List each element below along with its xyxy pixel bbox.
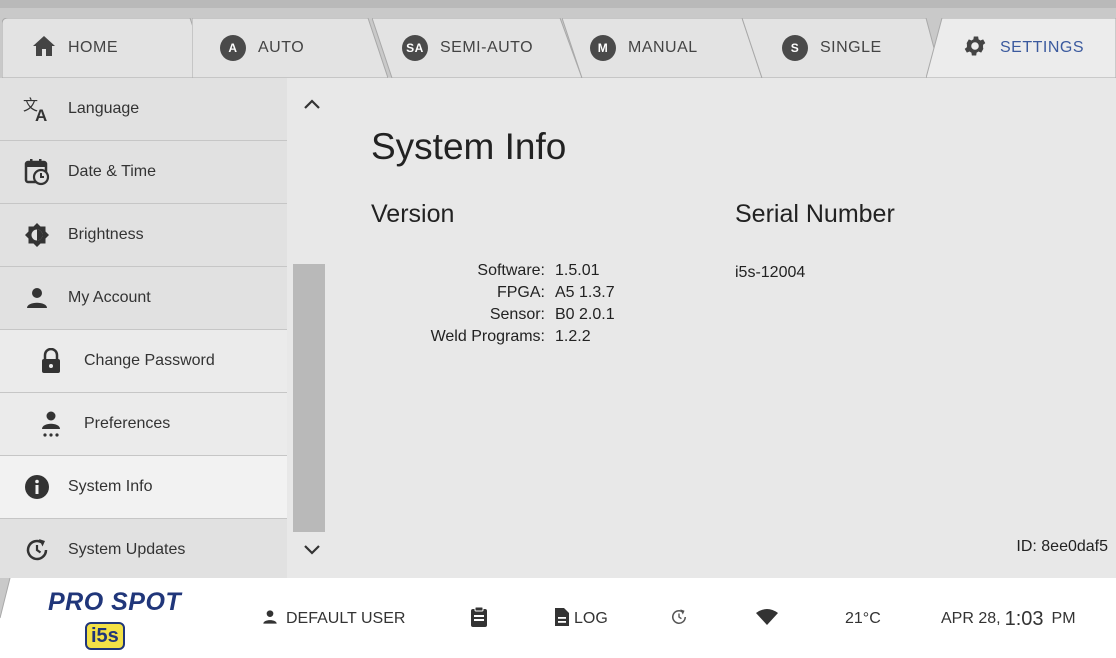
status-bar: PRO SPOT i5s DEFAULT USER LOG 21°C APR 2… (0, 578, 1116, 658)
sidebar-item-brightness[interactable]: Brightness (0, 204, 287, 267)
wifi-status[interactable] (756, 606, 778, 632)
info-icon (22, 472, 52, 502)
update-status[interactable] (670, 606, 688, 632)
sidebar-item-label: Date & Time (68, 163, 157, 180)
current-user-label: DEFAULT USER (286, 610, 406, 627)
sidebar-scrollbar[interactable] (287, 78, 339, 578)
tab-manual[interactable]: M MANUAL (562, 18, 762, 78)
date-time-display[interactable]: APR 28, 1:03 PM (941, 606, 1076, 632)
person-icon (22, 283, 52, 313)
sidebar-item-label: Change Password (84, 352, 215, 369)
time-text: 1:03 (1004, 607, 1044, 630)
clipboard-button[interactable] (470, 606, 488, 632)
auto-badge-icon: A (220, 35, 246, 61)
home-icon (32, 35, 56, 62)
person-icon (262, 609, 278, 630)
serial-number-value: i5s-12004 (735, 264, 806, 281)
sidebar-item-date-time[interactable]: Date & Time (0, 141, 287, 204)
calendar-clock-icon (22, 157, 52, 187)
version-row: Sensor: B0 2.0.1 (339, 306, 639, 328)
logo-brand-text: PRO SPOT (48, 588, 182, 616)
wifi-icon (756, 608, 778, 630)
tab-settings[interactable]: SETTINGS (926, 18, 1116, 78)
status-bar-corner (0, 578, 11, 619)
date-text: APR 28, (941, 610, 1001, 627)
sidebar-item-label: System Info (68, 478, 153, 495)
version-value: B0 2.0.1 (555, 306, 615, 323)
version-row: Weld Programs: 1.2.2 (339, 328, 639, 350)
sidebar-item-label: Language (68, 100, 140, 117)
pro-spot-logo: PRO SPOT i5s (48, 588, 208, 654)
version-value: 1.5.01 (555, 262, 600, 279)
device-id: ID: 8ee0daf5 (1016, 538, 1108, 555)
update-icon (670, 608, 688, 631)
sidebar-item-preferences[interactable]: Preferences (0, 393, 287, 456)
manual-badge-icon: M (590, 35, 616, 61)
version-row: FPGA: A5 1.3.7 (339, 284, 639, 306)
scroll-down-button[interactable] (297, 540, 327, 564)
tab-home-label: HOME (68, 39, 118, 56)
chevron-up-icon (303, 97, 321, 115)
document-icon (554, 607, 570, 632)
lock-icon (36, 346, 66, 376)
sidebar-item-label: My Account (68, 289, 151, 306)
version-value: A5 1.3.7 (555, 284, 615, 301)
svg-text:A: A (35, 106, 47, 122)
person-settings-icon (36, 409, 66, 439)
sidebar-item-label: Brightness (68, 226, 144, 243)
tab-settings-label: SETTINGS (1000, 39, 1085, 56)
tab-single[interactable]: S SINGLE (742, 18, 942, 78)
tab-semi-auto[interactable]: SA SEMI-AUTO (372, 18, 582, 78)
version-key: Weld Programs: (430, 328, 545, 345)
sidebar-item-my-account[interactable]: My Account (0, 267, 287, 330)
temperature: 21°C (845, 610, 881, 627)
gear-icon (962, 33, 988, 64)
settings-sidebar: 文A Language Date & Time Brightness My Ac… (0, 78, 287, 582)
current-user[interactable]: DEFAULT USER (262, 606, 405, 632)
sidebar-item-system-updates[interactable]: System Updates (0, 519, 287, 582)
version-value: 1.2.2 (555, 328, 591, 345)
brightness-icon (22, 220, 52, 250)
ampm-text: PM (1051, 610, 1076, 627)
scrollbar-thumb[interactable] (293, 264, 325, 532)
translate-icon: 文A (22, 94, 52, 124)
tab-single-label: SINGLE (820, 39, 882, 56)
sidebar-item-change-password[interactable]: Change Password (0, 330, 287, 393)
tab-semi-auto-label: SEMI-AUTO (440, 39, 534, 56)
serial-number-heading: Serial Number (735, 200, 895, 228)
chevron-down-icon (303, 543, 321, 561)
scroll-up-button[interactable] (297, 94, 327, 118)
version-key: FPGA: (496, 284, 545, 301)
version-row: Software: 1.5.01 (339, 262, 639, 284)
version-heading: Version (371, 200, 455, 228)
mode-tab-bar: HOME A AUTO SA SEMI-AUTO M MANUAL S SING… (0, 0, 1116, 78)
sidebar-item-label: Preferences (84, 415, 171, 432)
tab-manual-label: MANUAL (628, 39, 698, 56)
page-title: System Info (371, 126, 567, 167)
system-info-panel: System Info Version Serial Number Softwa… (339, 78, 1116, 578)
app-window: HOME A AUTO SA SEMI-AUTO M MANUAL S SING… (0, 0, 1116, 658)
log-button[interactable]: LOG (554, 606, 608, 632)
sidebar-item-label: System Updates (68, 541, 186, 558)
tab-auto[interactable]: A AUTO (192, 18, 388, 78)
single-badge-icon: S (782, 35, 808, 61)
tab-auto-label: AUTO (258, 39, 305, 56)
update-icon (22, 535, 52, 565)
tab-bar-top-strip (0, 0, 1116, 8)
semi-auto-badge-icon: SA (402, 35, 428, 61)
sidebar-item-system-info[interactable]: System Info (0, 456, 287, 519)
version-key: Sensor: (489, 306, 545, 323)
sidebar-item-language[interactable]: 文A Language (0, 78, 287, 141)
tab-home[interactable]: HOME (2, 18, 210, 78)
version-key: Software: (477, 262, 545, 279)
clipboard-icon (470, 606, 488, 633)
log-label: LOG (574, 610, 608, 627)
logo-model-text: i5s (85, 622, 125, 650)
